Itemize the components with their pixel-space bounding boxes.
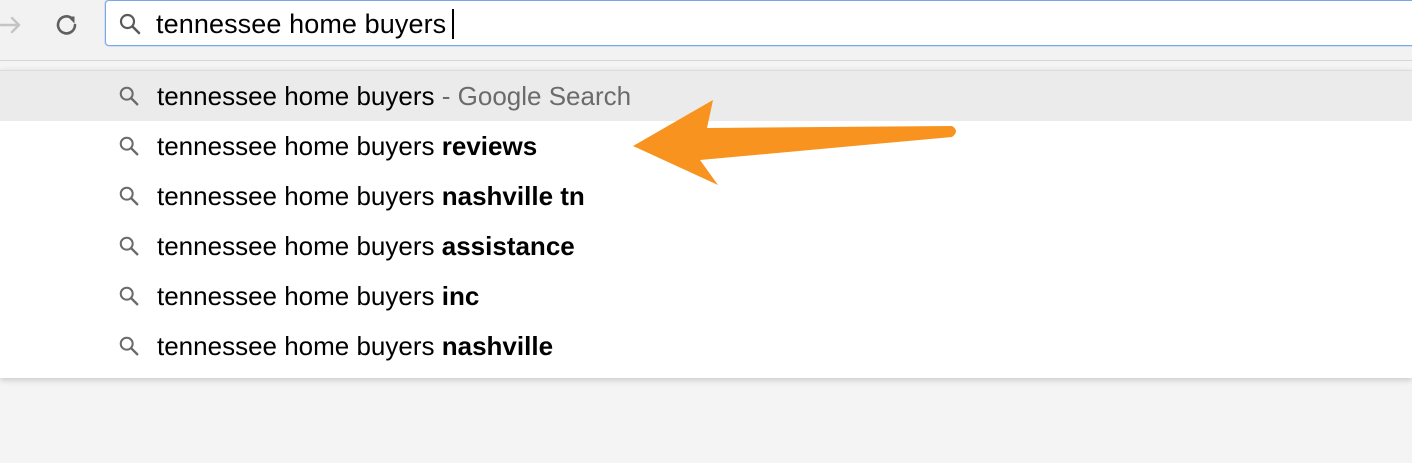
suggestion-item[interactable]: tennessee home buyers assistance [0, 221, 1412, 271]
suggestion-base-text: tennessee home buyers [157, 281, 435, 311]
search-icon [119, 236, 139, 256]
search-icon [119, 286, 139, 306]
arrow-right-icon [0, 16, 21, 34]
search-icon [119, 13, 141, 35]
forward-button[interactable] [0, 8, 28, 42]
suggestion-separator: - [441, 81, 451, 111]
reload-icon [56, 15, 77, 35]
suggestion-bold-text: inc [441, 281, 480, 311]
suggestion-base-text: tennessee home buyers [157, 131, 435, 161]
address-bar-text[interactable]: tennessee home buyers [156, 9, 455, 39]
suggestion-dropdown: tennessee home buyers - Google Search te… [0, 70, 1412, 378]
suggestion-text: tennessee home buyers nashville [157, 331, 553, 361]
suggestion-base-text: tennessee home buyers [157, 181, 435, 211]
suggestion-text: tennessee home buyers reviews [157, 131, 537, 161]
suggestion-bold-text: nashville tn [441, 181, 585, 211]
suggestion-item[interactable]: tennessee home buyers inc [0, 271, 1412, 321]
search-icon [119, 336, 139, 356]
reload-button[interactable] [50, 8, 84, 42]
search-icon [119, 86, 139, 106]
address-bar-value: tennessee home buyers [156, 9, 447, 39]
suggestion-item[interactable]: tennessee home buyers nashville [0, 321, 1412, 371]
suggestion-bold-text: nashville [441, 331, 554, 361]
search-icon [119, 186, 139, 206]
suggestion-base-text: tennessee home buyers [157, 231, 435, 261]
search-icon [119, 136, 139, 156]
suggestion-text: tennessee home buyers - Google Search [157, 81, 631, 111]
suggestion-item[interactable]: tennessee home buyers nashville tn [0, 171, 1412, 221]
browser-toolbar: tennessee home buyers [0, 0, 1412, 61]
suggestion-base-text: tennessee home buyers [157, 331, 435, 361]
suggestion-bold-text: reviews [441, 131, 538, 161]
suggestion-text: tennessee home buyers assistance [157, 231, 575, 261]
text-caret [452, 9, 455, 39]
suggestion-base-text: tennessee home buyers [157, 81, 435, 111]
suggestion-item[interactable]: tennessee home buyers - Google Search [0, 71, 1412, 121]
suggestion-suffix-text: Google Search [457, 81, 632, 111]
suggestion-bold-text: assistance [441, 231, 575, 261]
suggestion-text: tennessee home buyers inc [157, 281, 479, 311]
address-bar[interactable]: tennessee home buyers [105, 0, 1412, 46]
suggestion-text: tennessee home buyers nashville tn [157, 181, 585, 211]
suggestion-item[interactable]: tennessee home buyers reviews [0, 121, 1412, 171]
